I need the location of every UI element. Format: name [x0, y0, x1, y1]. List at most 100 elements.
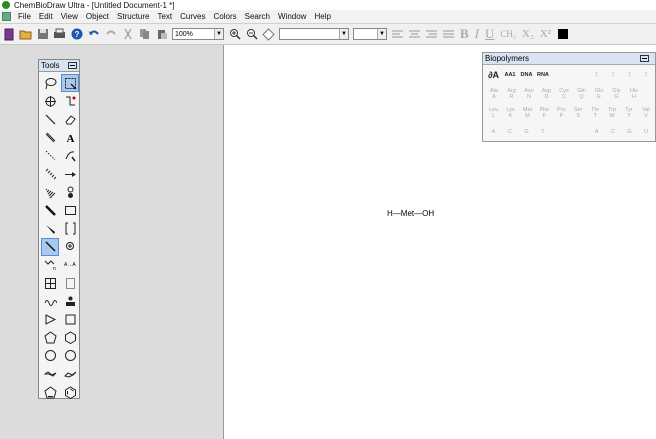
- color-swatch[interactable]: [556, 27, 570, 41]
- font-size-select[interactable]: ▼: [353, 28, 387, 40]
- acyclic-chain-icon[interactable]: n: [41, 256, 59, 274]
- zoom-out-icon[interactable]: [245, 27, 259, 41]
- help-icon[interactable]: ?: [70, 27, 84, 41]
- align-justify-icon[interactable]: [442, 27, 456, 41]
- bold-button[interactable]: B: [460, 26, 469, 42]
- zoom-in-icon[interactable]: [228, 27, 242, 41]
- nucleotide-g[interactable]: G: [519, 129, 534, 135]
- nucleotide-c[interactable]: C: [502, 129, 517, 135]
- helix-icon[interactable]: ⟟: [589, 72, 604, 78]
- new-document-icon[interactable]: [2, 27, 16, 41]
- mode-rna[interactable]: RNA: [535, 72, 550, 78]
- zoom-select[interactable]: 100% ▼: [172, 28, 224, 40]
- reaction-mapping-icon[interactable]: A→A: [61, 256, 79, 274]
- menu-help[interactable]: Help: [310, 12, 334, 21]
- document-icon[interactable]: [2, 12, 11, 21]
- pentagon-ring-icon[interactable]: [41, 329, 59, 347]
- solid-bond-icon[interactable]: [41, 110, 59, 128]
- paste-icon[interactable]: [155, 27, 169, 41]
- mass-fragment-icon[interactable]: [61, 92, 79, 110]
- heptagon-ring-icon[interactable]: [41, 347, 59, 365]
- hashed-bond-icon[interactable]: [41, 165, 59, 183]
- tools-header[interactable]: Tools: [39, 60, 79, 72]
- underline-button[interactable]: U: [485, 26, 494, 42]
- nucleotide-u[interactable]: U: [638, 129, 653, 135]
- redo-icon[interactable]: [104, 27, 118, 41]
- arrow-tool-icon[interactable]: [61, 165, 79, 183]
- biopolymers-header[interactable]: Biopolymers: [483, 53, 655, 65]
- template-tool-icon[interactable]: [61, 292, 79, 310]
- menu-structure[interactable]: Structure: [113, 12, 153, 21]
- pen-tool-icon[interactable]: [61, 147, 79, 165]
- hexagon-ring-icon[interactable]: [61, 329, 79, 347]
- amino-acid-asp[interactable]: Asp D: [539, 88, 555, 100]
- cut-icon[interactable]: [121, 27, 135, 41]
- amino-acid-gly[interactable]: Gly G: [609, 88, 625, 100]
- amino-acid-gln[interactable]: Gln Q: [574, 88, 590, 100]
- minimize-icon[interactable]: [68, 62, 77, 69]
- eraser-icon[interactable]: [61, 110, 79, 128]
- wedged-hashed-icon[interactable]: [41, 237, 59, 256]
- amino-acid-leu[interactable]: Leu L: [486, 107, 501, 119]
- sheet-icon[interactable]: ⟟: [606, 72, 621, 78]
- align-center-icon[interactable]: [408, 27, 422, 41]
- save-icon[interactable]: [36, 27, 50, 41]
- menu-search[interactable]: Search: [241, 12, 274, 21]
- bracket-tool-icon[interactable]: [61, 220, 79, 238]
- octagon-ring-icon[interactable]: [61, 347, 79, 365]
- molecule-label[interactable]: H—Met—OH: [387, 209, 434, 218]
- menu-edit[interactable]: Edit: [35, 12, 57, 21]
- linker-icon[interactable]: ⟟: [638, 72, 653, 78]
- menu-view[interactable]: View: [57, 12, 82, 21]
- amino-acid-phe[interactable]: Phe F: [537, 107, 552, 119]
- nucleotide-g[interactable]: G: [622, 129, 637, 135]
- benzene-ring-icon[interactable]: [61, 383, 79, 401]
- font-select[interactable]: ▼: [279, 28, 349, 40]
- menu-window[interactable]: Window: [274, 12, 310, 21]
- turn-icon[interactable]: ⟟: [622, 72, 637, 78]
- query-bond-icon[interactable]: [41, 292, 59, 310]
- mode-dna[interactable]: DNA: [519, 72, 534, 78]
- double-bond-icon[interactable]: [41, 129, 59, 147]
- amino-acid-pro[interactable]: Pro P: [554, 107, 569, 119]
- cyclohexane-chair-icon[interactable]: [41, 365, 59, 383]
- align-left-icon[interactable]: [391, 27, 405, 41]
- hashed-wedge-icon[interactable]: [41, 183, 59, 201]
- wedge-bond-icon[interactable]: [41, 220, 59, 238]
- amino-acid-val[interactable]: Val V: [638, 107, 653, 119]
- nucleotide-a[interactable]: A: [589, 129, 604, 135]
- square-ring-icon[interactable]: [61, 310, 79, 328]
- cyclohexane-chair-alt-icon[interactable]: [61, 365, 79, 383]
- amino-acid-thr[interactable]: Thr T: [587, 107, 602, 119]
- menu-colors[interactable]: Colors: [210, 12, 241, 21]
- amino-acid-cys[interactable]: Cys C: [556, 88, 572, 100]
- copy-icon[interactable]: [138, 27, 152, 41]
- tlc-plate-icon[interactable]: [61, 274, 79, 292]
- structure-perspective-icon[interactable]: [41, 92, 59, 110]
- undo-icon[interactable]: [87, 27, 101, 41]
- formula-button[interactable]: CH₂: [500, 29, 516, 39]
- menu-file[interactable]: File: [14, 12, 35, 21]
- diamond-icon[interactable]: [262, 27, 276, 41]
- amino-acid-ala[interactable]: Ala A: [486, 88, 502, 100]
- sequence-tool-icon[interactable]: ∂A: [486, 70, 501, 79]
- chemical-symbols-icon[interactable]: [61, 238, 79, 256]
- text-tool-icon[interactable]: A: [61, 129, 79, 147]
- nucleotide-t[interactable]: T: [535, 129, 550, 135]
- print-icon[interactable]: [53, 27, 67, 41]
- menu-curves[interactable]: Curves: [176, 12, 209, 21]
- rectangle-tool-icon[interactable]: [61, 201, 79, 219]
- orbital-icon[interactable]: [61, 183, 79, 201]
- mode-aa1[interactable]: AA1: [502, 72, 517, 78]
- amino-acid-trp[interactable]: Trp W: [604, 107, 619, 119]
- cyclopentadiene-icon[interactable]: [41, 383, 59, 401]
- bold-bond-icon[interactable]: [41, 201, 59, 219]
- marquee-icon[interactable]: [61, 74, 79, 93]
- minimize-icon[interactable]: [640, 55, 649, 62]
- amino-acid-ser[interactable]: Ser S: [571, 107, 586, 119]
- table-tool-icon[interactable]: [41, 274, 59, 292]
- amino-acid-his[interactable]: His H: [626, 88, 642, 100]
- superscript-button[interactable]: X²: [540, 28, 551, 40]
- triangle-ring-icon[interactable]: [41, 310, 59, 328]
- amino-acid-arg[interactable]: Arg R: [504, 88, 520, 100]
